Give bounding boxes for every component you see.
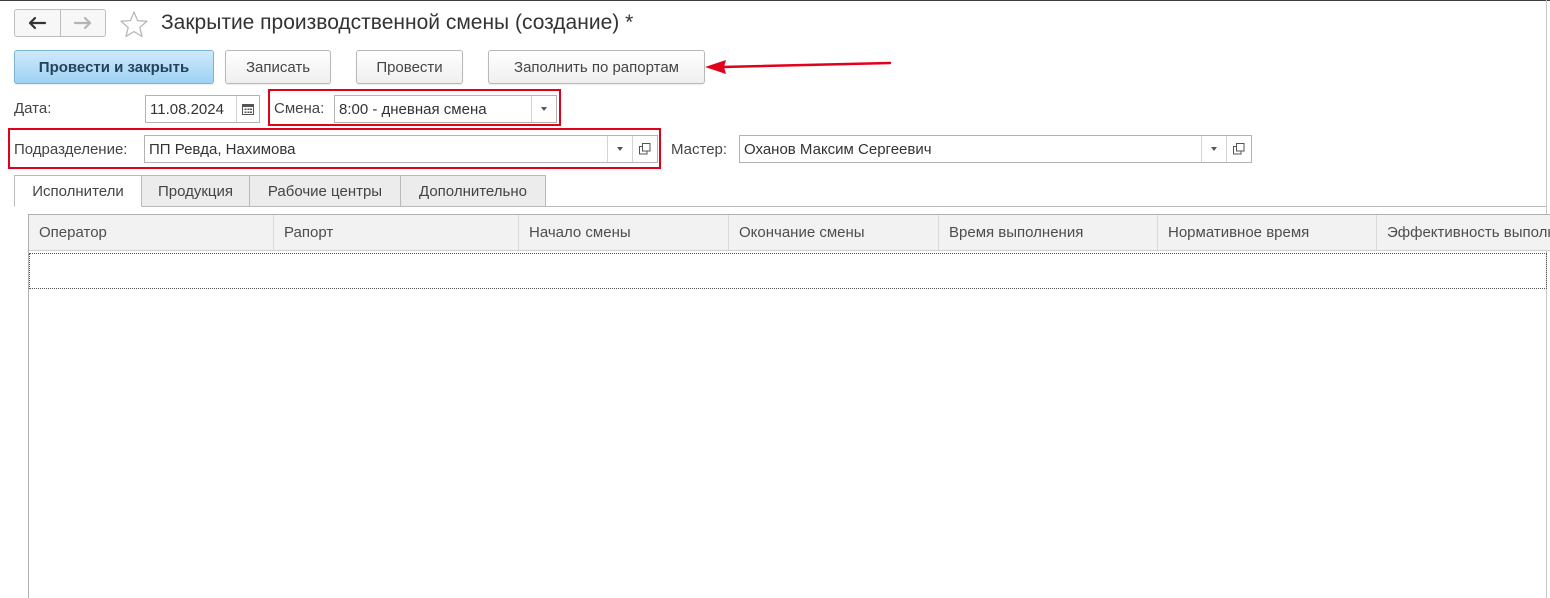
date-label: Дата: — [14, 100, 52, 117]
column-header[interactable]: Начало смены — [519, 215, 729, 250]
chevron-down-icon — [541, 107, 547, 111]
chevron-down-icon — [1211, 147, 1217, 151]
column-header[interactable]: Окончание смены — [729, 215, 939, 250]
column-header[interactable]: Эффективность выполнения — [1377, 215, 1550, 250]
nav-buttons — [14, 9, 106, 37]
forward-button[interactable] — [59, 10, 106, 36]
save-button[interactable]: Записать — [225, 50, 331, 84]
arrow-left-icon — [29, 16, 47, 30]
shift-label: Смена: — [274, 100, 325, 117]
column-header[interactable]: Нормативное время — [1158, 215, 1377, 250]
master-label: Мастер: — [671, 141, 728, 158]
tab-products[interactable]: Продукция — [141, 175, 250, 207]
date-value: 11.08.2024 — [150, 100, 224, 118]
arrow-right-icon — [73, 16, 91, 30]
division-value: ПП Ревда, Нахимова — [149, 140, 296, 158]
tab-performers[interactable]: Исполнители — [14, 175, 142, 207]
master-open-button[interactable] — [1226, 136, 1251, 162]
division-field[interactable]: ПП Ревда, Нахимова — [144, 135, 658, 163]
post-and-close-button[interactable]: Провести и закрыть — [14, 50, 214, 84]
master-dropdown-button[interactable] — [1201, 136, 1226, 162]
tab-additional[interactable]: Дополнительно — [400, 175, 546, 207]
division-label: Подразделение: — [14, 141, 128, 158]
master-field[interactable]: Оханов Максим Сергеевич — [739, 135, 1252, 163]
tab-work-centers[interactable]: Рабочие центры — [249, 175, 401, 207]
shift-select[interactable]: 8:00 - дневная смена — [334, 95, 557, 123]
division-dropdown-button[interactable] — [607, 136, 632, 162]
calendar-icon — [242, 104, 254, 115]
column-header[interactable]: Оператор — [29, 215, 274, 250]
post-button[interactable]: Провести — [356, 50, 463, 84]
open-icon — [639, 143, 651, 155]
shift-value: 8:00 - дневная смена — [339, 100, 487, 118]
star-icon[interactable] — [119, 10, 149, 38]
chevron-down-icon — [617, 147, 623, 151]
page-title: Закрытие производственной смены (создани… — [161, 11, 634, 34]
calendar-button[interactable] — [236, 96, 259, 122]
date-field[interactable]: 11.08.2024 — [145, 95, 260, 123]
table-header: Оператор Рапорт Начало смены Окончание с… — [29, 215, 1550, 251]
shift-dropdown-button[interactable] — [531, 96, 556, 122]
column-header[interactable]: Рапорт — [274, 215, 519, 250]
back-button[interactable] — [15, 10, 60, 36]
table-row[interactable] — [29, 253, 1547, 289]
column-header[interactable]: Время выполнения — [939, 215, 1158, 250]
division-open-button[interactable] — [632, 136, 657, 162]
master-value: Оханов Максим Сергеевич — [744, 140, 932, 158]
window-top-border — [0, 0, 1550, 1]
open-icon — [1233, 143, 1245, 155]
fill-by-reports-button[interactable]: Заполнить по рапортам — [488, 50, 705, 84]
annotation-arrow — [705, 60, 892, 74]
